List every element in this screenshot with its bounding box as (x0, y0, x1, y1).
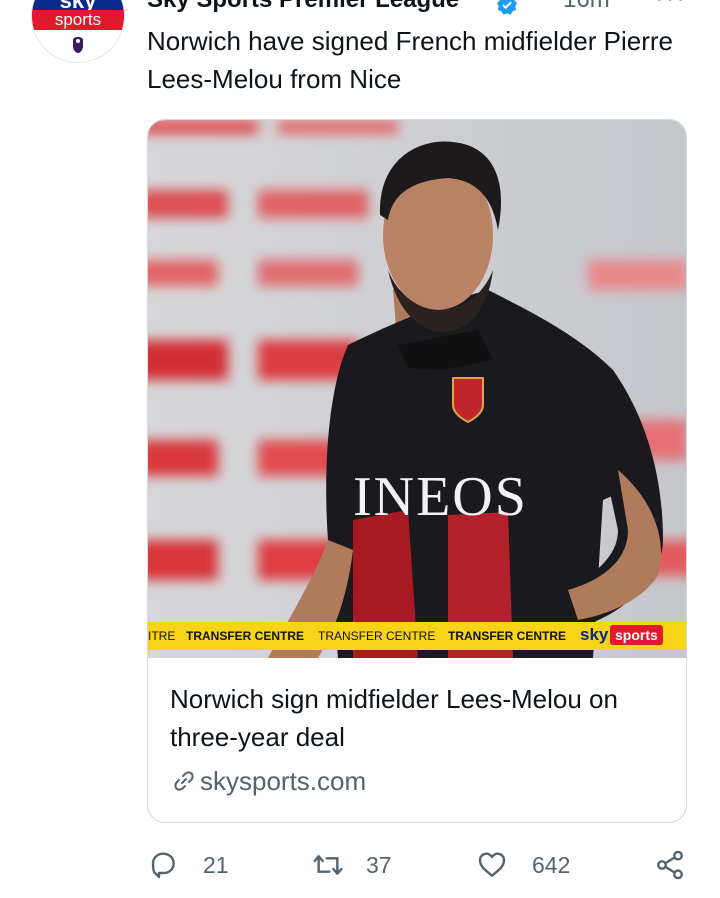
card-image[interactable]: INEOS ITRE TRANSFER CENTRE TRANSFER CENT… (148, 120, 686, 658)
like-count: 642 (532, 851, 571, 878)
tweet-text: Norwich have signed French midfielder Pi… (147, 26, 674, 94)
share-button[interactable] (654, 845, 686, 885)
jersey-sponsor-text: INEOS (353, 466, 528, 528)
retweet-count: 37 (366, 851, 392, 878)
reply-button[interactable]: 21 (147, 845, 229, 885)
card-domain-text: skysports.com (200, 766, 367, 796)
player-photo: INEOS (148, 120, 686, 658)
account-avatar[interactable]: sky sports (32, 0, 124, 62)
share-icon (657, 850, 683, 880)
reply-count: 21 (203, 851, 229, 878)
transfer-centre-banner: ITRE TRANSFER CENTRE TRANSFER CENTRE TRA… (148, 622, 686, 650)
banner-sky-logo: sky (580, 625, 609, 644)
avatar-sports-band: sports (32, 10, 124, 30)
card-title[interactable]: Norwich sign midfielder Lees-Melou on th… (170, 680, 670, 756)
banner-item: TRANSFER CENTRE (448, 629, 567, 643)
retweet-icon (313, 855, 343, 875)
account-display-name[interactable]: Sky Sports Premier League (147, 0, 459, 14)
retweet-button[interactable]: 37 (312, 845, 392, 885)
more-icon[interactable]: ··· (655, 0, 687, 13)
card-domain[interactable]: skysports.com (172, 766, 366, 797)
banner-sports-badge: sports (610, 625, 663, 645)
link-icon (174, 771, 194, 791)
tweet-time[interactable]: 16m (563, 0, 610, 14)
tweet-actions: 21 37 642 (0, 845, 720, 885)
like-icon (478, 852, 506, 877)
premier-league-lion-icon (73, 37, 83, 53)
banner-item: ITRE (148, 629, 176, 643)
banner-item: TRANSFER CENTRE (318, 629, 436, 643)
like-button[interactable]: 642 (476, 845, 570, 885)
link-card[interactable]: INEOS ITRE TRANSFER CENTRE TRANSFER CENT… (147, 119, 687, 823)
verified-badge-icon (496, 0, 518, 15)
banner-item: TRANSFER CENTRE (186, 629, 305, 643)
reply-icon (151, 852, 175, 879)
